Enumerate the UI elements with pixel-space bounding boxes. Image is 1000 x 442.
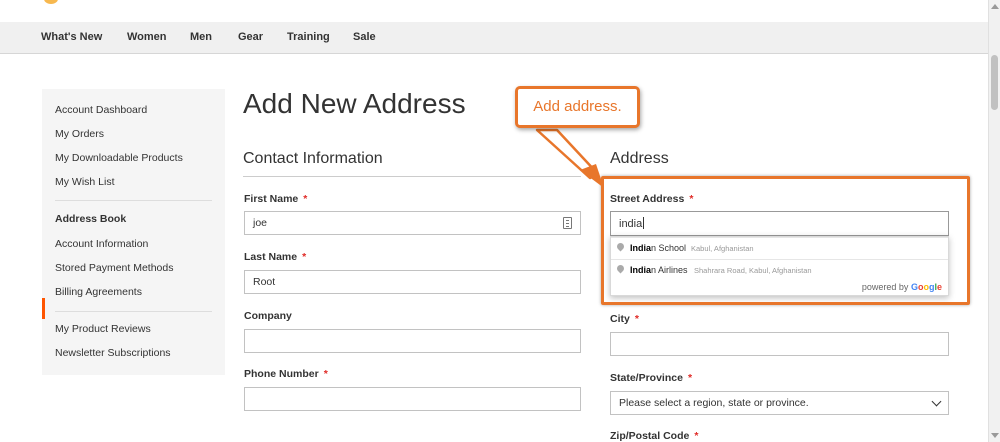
- store-logo-fragment[interactable]: [44, 0, 58, 4]
- sidebar-item-account-information[interactable]: Account Information: [55, 238, 148, 250]
- required-mark: *: [634, 313, 639, 325]
- state-province-label: State/Province *: [610, 372, 693, 384]
- suggestion-secondary-text: Kabul, Afghanistan: [691, 244, 754, 253]
- first-name-input[interactable]: joe: [244, 211, 581, 235]
- nav-item-gear[interactable]: Gear: [238, 31, 263, 43]
- sidebar-item-wish-list[interactable]: My Wish List: [55, 176, 115, 188]
- sidebar-item-billing-agreements[interactable]: Billing Agreements: [55, 286, 142, 298]
- last-name-label: Last Name *: [244, 251, 307, 263]
- nav-item-training[interactable]: Training: [287, 31, 330, 43]
- company-label: Company: [244, 310, 292, 322]
- sidebar-active-indicator: [42, 298, 45, 319]
- required-mark: *: [689, 193, 694, 205]
- scroll-thumb[interactable]: [991, 55, 998, 110]
- street-address-value: india: [619, 218, 643, 230]
- nav-item-men[interactable]: Men: [190, 31, 212, 43]
- required-mark: *: [694, 430, 699, 442]
- main-navigation: What's New Women Men Gear Training Sale: [0, 22, 988, 54]
- company-input[interactable]: [244, 329, 581, 353]
- zip-postal-code-label: Zip/Postal Code *: [610, 430, 699, 442]
- first-name-label: First Name *: [244, 193, 308, 205]
- text-caret: [643, 217, 645, 229]
- sidebar-item-address-book[interactable]: Address Book: [55, 213, 126, 225]
- state-province-value: Please select a region, state or provinc…: [619, 397, 809, 409]
- suggestion-secondary-text: Shahrara Road, Kabul, Afghanistan: [694, 266, 812, 275]
- sidebar-item-product-reviews[interactable]: My Product Reviews: [55, 323, 151, 335]
- nav-item-whats-new[interactable]: What's New: [41, 31, 102, 43]
- sidebar-divider: [55, 311, 212, 312]
- required-mark: *: [323, 368, 328, 380]
- street-address-input[interactable]: india: [610, 211, 949, 236]
- phone-number-label: Phone Number *: [244, 368, 328, 380]
- autocomplete-dropdown: Indian School Kabul, Afghanistan Indian …: [610, 236, 949, 296]
- address-section-rule: [610, 176, 949, 177]
- autocomplete-suggestion[interactable]: Indian Airlines Shahrara Road, Kabul, Af…: [611, 259, 948, 281]
- nav-item-sale[interactable]: Sale: [353, 31, 376, 43]
- account-sidebar: Account Dashboard My Orders My Downloada…: [42, 89, 225, 375]
- autocomplete-suggestion[interactable]: Indian School Kabul, Afghanistan: [611, 237, 948, 259]
- chevron-down-icon: [931, 396, 942, 407]
- card-icon[interactable]: [563, 217, 572, 229]
- contact-section-title: Contact Information: [243, 150, 383, 167]
- city-label: City *: [610, 313, 639, 325]
- sidebar-item-newsletter-subscriptions[interactable]: Newsletter Subscriptions: [55, 347, 171, 359]
- suggestion-main-text: Indian Airlines: [630, 265, 688, 275]
- sidebar-item-stored-payment-methods[interactable]: Stored Payment Methods: [55, 262, 173, 274]
- scroll-down-icon[interactable]: [991, 433, 999, 438]
- sidebar-item-my-orders[interactable]: My Orders: [55, 128, 104, 140]
- state-province-select[interactable]: Please select a region, state or provinc…: [610, 391, 949, 415]
- page-title: Add New Address: [243, 88, 466, 119]
- phone-number-input[interactable]: [244, 387, 581, 411]
- address-section-title: Address: [610, 150, 669, 167]
- sidebar-divider: [55, 200, 212, 201]
- sidebar-item-account-dashboard[interactable]: Account Dashboard: [55, 104, 147, 116]
- top-header-strip: [0, 0, 1000, 22]
- last-name-value: Root: [253, 276, 276, 288]
- required-mark: *: [687, 372, 693, 384]
- powered-by-google: powered by Google: [861, 282, 942, 292]
- last-name-input[interactable]: Root: [244, 270, 581, 294]
- map-pin-icon: [615, 241, 626, 252]
- scroll-up-icon[interactable]: [991, 4, 999, 9]
- page-scrollbar[interactable]: [988, 0, 1000, 442]
- nav-item-women[interactable]: Women: [127, 31, 167, 43]
- contact-section-rule: [243, 176, 581, 177]
- first-name-value: joe: [253, 217, 268, 229]
- required-mark: *: [302, 251, 307, 263]
- required-mark: *: [303, 193, 308, 205]
- annotation-callout: Add address.: [515, 86, 640, 128]
- map-pin-icon: [615, 263, 626, 274]
- street-address-label: Street Address *: [610, 193, 694, 205]
- city-input[interactable]: [610, 332, 949, 356]
- sidebar-item-downloadable-products[interactable]: My Downloadable Products: [55, 152, 183, 164]
- suggestion-main-text: Indian School: [630, 243, 687, 253]
